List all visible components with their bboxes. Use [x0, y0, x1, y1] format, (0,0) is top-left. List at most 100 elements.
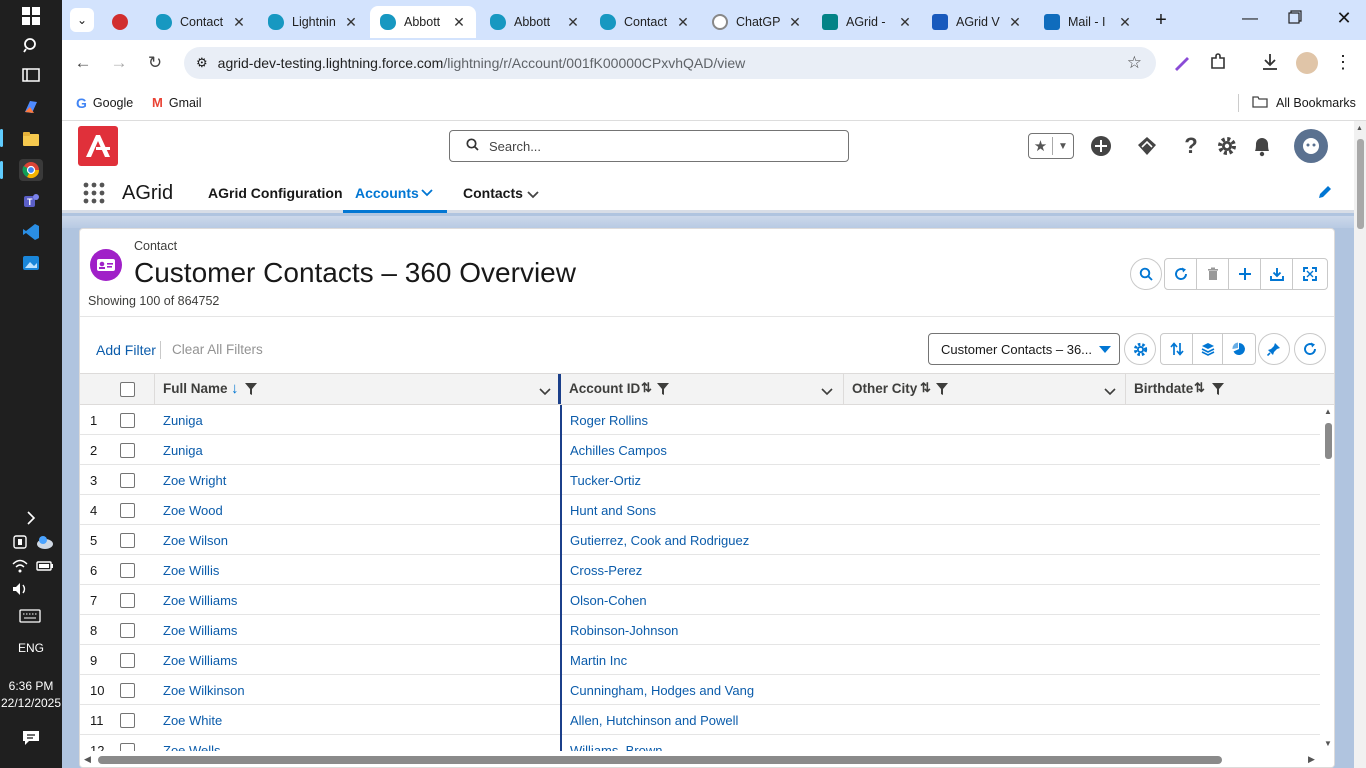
column-header-full-name[interactable]: Full Name ↓ — [154, 374, 558, 404]
page-vertical-scrollbar[interactable]: ▲ — [1354, 121, 1366, 768]
full-name-link[interactable]: Zoe Wood — [163, 503, 223, 518]
tab-8[interactable]: AGrid - ✕ — [812, 6, 922, 38]
trailhead-icon[interactable] — [1136, 135, 1158, 157]
table-row[interactable]: 9 Zoe Williams Martin Inc — [80, 645, 1320, 675]
filter-funnel-icon[interactable] — [1212, 383, 1224, 398]
reload-button[interactable]: ↻ — [144, 52, 166, 74]
all-bookmarks[interactable]: All Bookmarks — [1252, 95, 1356, 111]
grid-horizontal-scrollbar[interactable]: ◀ ▶ — [80, 751, 1334, 767]
settings-gear-button[interactable] — [1124, 333, 1156, 365]
sort-arrows-icon[interactable]: ⇅ — [1194, 380, 1205, 396]
edit-nav-pencil-icon[interactable] — [1318, 185, 1334, 201]
phone-link-icon[interactable] — [12, 534, 28, 550]
close-tab-icon[interactable]: ✕ — [1006, 14, 1024, 31]
row-checkbox[interactable] — [120, 413, 135, 428]
nav-item-contacts[interactable]: Contacts — [463, 185, 523, 201]
account-link[interactable]: Olson-Cohen — [570, 593, 647, 608]
global-create-icon[interactable] — [1090, 135, 1112, 157]
chrome-taskbar-icon[interactable] — [19, 159, 43, 181]
keyboard-icon[interactable] — [19, 609, 41, 623]
show-hidden-icons-chevron[interactable] — [19, 507, 43, 529]
full-name-link[interactable]: Zoe Williams — [163, 593, 237, 608]
vertical-scroll-thumb[interactable] — [1325, 423, 1332, 459]
column-header-account-id[interactable]: Account ID ⇅ — [561, 374, 843, 404]
back-button[interactable]: ← — [72, 52, 94, 74]
browser-menu-icon[interactable]: ⋮ — [1334, 50, 1352, 74]
row-checkbox[interactable] — [120, 713, 135, 728]
filter-funnel-icon[interactable] — [245, 383, 257, 398]
volume-icon[interactable] — [12, 581, 30, 597]
clock[interactable]: 6:36 PM 22/12/2025 — [0, 678, 62, 712]
close-tab-icon[interactable]: ✕ — [230, 14, 248, 31]
weather-cloud-icon[interactable] — [36, 534, 54, 550]
account-link[interactable]: Roger Rollins — [570, 413, 648, 428]
row-checkbox[interactable] — [120, 593, 135, 608]
forward-button[interactable]: → — [108, 52, 130, 74]
tab-9[interactable]: AGrid V ✕ — [922, 6, 1032, 38]
bookmark-gmail[interactable]: M Gmail — [152, 95, 202, 110]
tab-2[interactable]: Contact ✕ — [146, 6, 256, 38]
filter-funnel-icon[interactable] — [657, 383, 669, 398]
tab-1[interactable] — [102, 6, 142, 38]
windows-start-icon[interactable] — [19, 5, 43, 27]
row-checkbox[interactable] — [120, 743, 135, 751]
row-checkbox[interactable] — [120, 563, 135, 578]
account-link[interactable]: Hunt and Sons — [570, 503, 656, 518]
export-download-icon[interactable] — [1261, 259, 1293, 289]
minimize-button[interactable]: — — [1240, 10, 1260, 30]
bookmark-google[interactable]: G Google — [76, 95, 133, 111]
profile-avatar[interactable] — [1296, 52, 1318, 74]
app-launcher-icon[interactable] — [82, 181, 106, 205]
close-tab-icon[interactable]: ✕ — [450, 14, 468, 31]
full-name-link[interactable]: Zoe Williams — [163, 653, 237, 668]
table-row[interactable]: 2 Zuniga Achilles Campos — [80, 435, 1320, 465]
row-checkbox[interactable] — [120, 473, 135, 488]
nav-item-accounts[interactable]: Accounts — [343, 173, 447, 213]
agrid-logo[interactable] — [78, 126, 118, 166]
table-row[interactable]: 12 Zoe Wells Williams, Brown — [80, 735, 1320, 751]
restore-button[interactable] — [1288, 10, 1308, 30]
view-select[interactable]: Customer Contacts – 36... — [928, 333, 1120, 365]
close-window-button[interactable]: ✕ — [1332, 8, 1356, 32]
row-checkbox[interactable] — [120, 653, 135, 668]
chevron-down-icon[interactable] — [821, 384, 833, 399]
full-name-link[interactable]: Zoe Wilkinson — [163, 683, 245, 698]
notifications-icon[interactable] — [21, 729, 41, 747]
vscode-icon[interactable] — [19, 221, 43, 243]
teams-icon[interactable]: T — [19, 190, 43, 212]
refresh-icon[interactable] — [1165, 259, 1197, 289]
fullscreen-expand-icon[interactable] — [1293, 259, 1327, 289]
photos-icon[interactable] — [19, 252, 43, 274]
search-button[interactable] — [1130, 258, 1162, 290]
favorites-button[interactable]: ★ ▼ — [1028, 133, 1074, 159]
language-indicator[interactable]: ENG — [0, 641, 62, 655]
table-row[interactable]: 6 Zoe Willis Cross-Perez — [80, 555, 1320, 585]
account-link[interactable]: Gutierrez, Cook and Rodriguez — [570, 533, 749, 548]
tab-7[interactable]: ChatGP ✕ — [702, 6, 812, 38]
setup-gear-icon[interactable] — [1216, 135, 1238, 157]
full-name-link[interactable]: Zuniga — [163, 413, 203, 428]
sort-swap-icon[interactable] — [1161, 334, 1193, 364]
page-scroll-thumb[interactable] — [1357, 139, 1364, 229]
download-icon[interactable] — [1260, 52, 1282, 74]
extension-pen-icon[interactable] — [1172, 52, 1194, 74]
account-link[interactable]: Williams, Brown — [570, 743, 662, 751]
reset-redo-button[interactable] — [1294, 333, 1326, 365]
tab-4-active[interactable]: Abbott ✕ — [370, 6, 476, 38]
battery-icon[interactable] — [36, 558, 54, 574]
table-row[interactable]: 4 Zoe Wood Hunt and Sons — [80, 495, 1320, 525]
address-bar[interactable]: ⚙ agrid-dev-testing.lightning.force.com /… — [184, 47, 1156, 79]
grid-vertical-scrollbar[interactable]: ▲ ▼ — [1321, 405, 1334, 751]
full-name-link[interactable]: Zoe Wilson — [163, 533, 228, 548]
copilot-icon[interactable] — [19, 96, 43, 118]
close-tab-icon[interactable]: ✕ — [564, 14, 582, 31]
scroll-down-arrow-icon[interactable]: ▼ — [1324, 739, 1332, 748]
full-name-link[interactable]: Zoe Wells — [163, 743, 221, 751]
close-tab-icon[interactable]: ✕ — [1116, 14, 1134, 31]
task-view-icon[interactable] — [19, 64, 43, 86]
table-row[interactable]: 1 Zuniga Roger Rollins — [80, 405, 1320, 435]
row-checkbox[interactable] — [120, 683, 135, 698]
column-header-birthdate[interactable]: Birthdate ⇅ — [1125, 374, 1334, 404]
table-row[interactable]: 11 Zoe White Allen, Hutchinson and Powell — [80, 705, 1320, 735]
wifi-icon[interactable] — [12, 558, 28, 574]
